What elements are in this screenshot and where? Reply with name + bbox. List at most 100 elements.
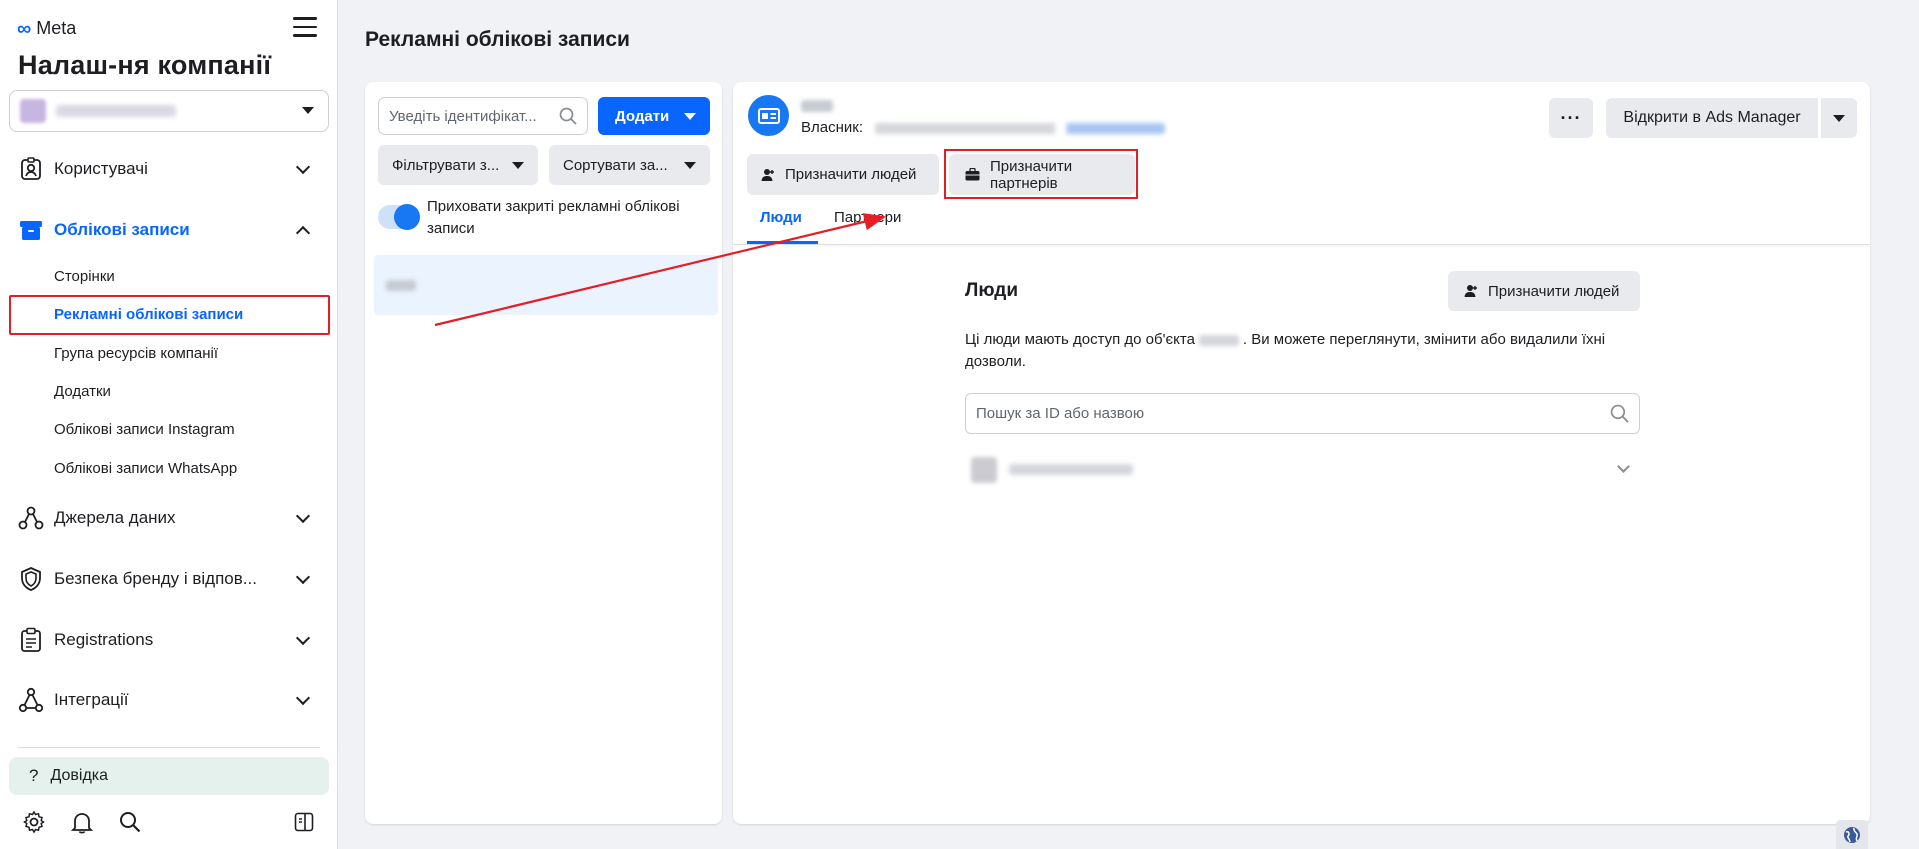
hide-closed-toggle[interactable] <box>378 204 420 230</box>
menu-icon[interactable] <box>293 17 317 39</box>
caret-down-icon <box>684 113 696 120</box>
sidebar-item-pages[interactable]: Сторінки <box>54 268 115 285</box>
nav-section-integrations[interactable]: Інтеграції <box>0 680 338 720</box>
toggle-knob <box>394 204 420 230</box>
chevron-up-icon <box>295 225 311 241</box>
bell-icon[interactable] <box>68 808 96 836</box>
filter-label: Фільтрувати з... <box>392 156 500 174</box>
chevron-down-icon <box>295 630 311 646</box>
company-avatar <box>20 99 46 123</box>
people-search[interactable] <box>965 393 1640 434</box>
sidebar-item-instagram[interactable]: Облікові записи Instagram <box>54 421 235 438</box>
clipboard-icon <box>18 627 44 653</box>
chevron-down-icon <box>295 508 311 524</box>
caret-down-icon <box>512 162 524 169</box>
open-ads-manager-dropdown[interactable] <box>1821 98 1857 138</box>
nav-section-data-sources[interactable]: Джерела даних <box>0 498 338 538</box>
ad-account-list-item[interactable] <box>374 255 718 315</box>
tab-partners[interactable]: Партнери <box>834 209 901 226</box>
person-list-item[interactable] <box>965 449 1640 489</box>
person-plus-icon <box>761 168 775 182</box>
more-options-button[interactable]: ··· <box>1549 98 1593 138</box>
people-section-title: Люди <box>965 280 1019 301</box>
help-button[interactable]: ? Довідка <box>9 757 329 795</box>
owner-label: Власник: <box>801 119 863 136</box>
page-title: Рекламні облікові записи <box>365 28 630 51</box>
person-avatar-redacted <box>971 457 997 483</box>
gear-icon[interactable] <box>20 808 48 836</box>
nav-section-label: Користувачі <box>54 159 148 178</box>
people-description: Ці люди мають доступ до об'єкта. Ви може… <box>965 329 1645 373</box>
chevron-down-icon <box>295 690 311 706</box>
ad-account-detail-panel: Власник: ··· Відкрити в Ads Manager Приз… <box>733 82 1870 824</box>
chevron-down-icon <box>295 569 311 585</box>
owner-name-redacted <box>875 123 1165 134</box>
chevron-down-icon <box>1617 460 1630 473</box>
archive-box-icon <box>18 217 44 243</box>
assign-partners-label: Призначити партнерів <box>990 157 1073 192</box>
sidebar-divider <box>18 747 320 748</box>
nav-section-users[interactable]: Користувачі <box>0 149 338 189</box>
id-badge-icon <box>18 156 44 182</box>
panel-toggle-icon[interactable] <box>290 808 318 836</box>
ad-accounts-list-panel: Додати Фільтрувати з... Сортувати за... … <box>365 82 722 824</box>
nav-section-label: Облікові записи <box>54 220 190 239</box>
integrations-icon <box>18 687 44 713</box>
question-icon: ? <box>29 766 39 785</box>
object-name-redacted <box>1198 334 1239 346</box>
sidebar: ∞ Meta Налаш-ня компанії Користувачі Обл… <box>0 0 338 849</box>
hide-closed-label: Приховати закриті рекламні облікові запи… <box>427 198 680 237</box>
account-search[interactable] <box>378 97 588 135</box>
search-icon <box>1610 404 1629 428</box>
search-icon[interactable] <box>116 808 144 836</box>
nav-section-label: Джерела даних <box>54 508 176 527</box>
detail-header: Власник: ··· Відкрити в Ads Manager Приз… <box>733 82 1870 245</box>
account-name-redacted <box>386 280 416 291</box>
company-title: Налаш-ня компанії <box>18 50 272 80</box>
sidebar-item-asset-group[interactable]: Група ресурсів компанії <box>54 345 218 362</box>
open-ads-manager-button[interactable]: Відкрити в Ads Manager <box>1606 98 1818 138</box>
search-icon <box>559 107 577 129</box>
caret-down-icon <box>684 162 696 169</box>
person-plus-icon <box>1464 284 1478 298</box>
sidebar-item-apps[interactable]: Додатки <box>54 383 111 400</box>
chevron-down-icon <box>295 159 311 175</box>
people-search-input[interactable] <box>976 405 1576 422</box>
assign-people-label: Призначити людей <box>785 166 917 183</box>
person-name-redacted <box>1009 464 1133 475</box>
nav-section-label: Registrations <box>54 630 154 649</box>
account-search-input[interactable] <box>389 107 549 125</box>
assign-people-button[interactable]: Призначити людей <box>747 154 939 195</box>
assign-partners-button[interactable]: Призначити партнерів <box>949 154 1135 195</box>
sidebar-bottom-toolbar <box>20 808 144 836</box>
account-name-redacted <box>801 100 833 112</box>
sort-label: Сортувати за... <box>563 156 668 174</box>
caret-down-icon <box>302 107 314 114</box>
nav-section-label: Безпека бренду і відпов... <box>54 569 257 588</box>
nav-section-brand-safety[interactable]: Безпека бренду і відпов... <box>0 559 338 599</box>
globe-icon[interactable] <box>1836 820 1868 849</box>
company-name-redacted <box>56 105 176 117</box>
company-select[interactable] <box>9 90 329 132</box>
briefcase-icon <box>965 168 980 181</box>
add-button-label: Додати <box>615 107 670 125</box>
nav-section-label: Інтеграції <box>54 690 129 709</box>
people-desc-part1: Ці люди мають доступ до об'єкта <box>965 331 1195 348</box>
meta-infinity-icon: ∞ <box>17 17 32 40</box>
nav-section-accounts[interactable]: Облікові записи <box>0 210 338 250</box>
tab-people[interactable]: Люди <box>760 209 802 226</box>
assign-people-label: Призначити людей <box>1488 282 1620 300</box>
sidebar-item-whatsapp[interactable]: Облікові записи WhatsApp <box>54 460 237 477</box>
ad-account-icon <box>748 95 789 136</box>
meta-logo[interactable]: ∞ Meta <box>17 18 76 39</box>
data-nodes-icon <box>18 505 44 531</box>
sidebar-item-ad-accounts[interactable]: Рекламні облікові записи <box>54 306 243 323</box>
nav-section-registrations[interactable]: Registrations <box>0 620 338 660</box>
assign-people-button-secondary[interactable]: Призначити людей <box>1448 271 1640 311</box>
shield-icon <box>18 566 44 592</box>
add-button[interactable]: Додати <box>598 97 710 135</box>
help-label: Довідка <box>50 767 109 784</box>
sort-dropdown[interactable]: Сортувати за... <box>549 145 710 185</box>
filter-dropdown[interactable]: Фільтрувати з... <box>378 145 538 185</box>
active-tab-indicator <box>747 241 818 244</box>
